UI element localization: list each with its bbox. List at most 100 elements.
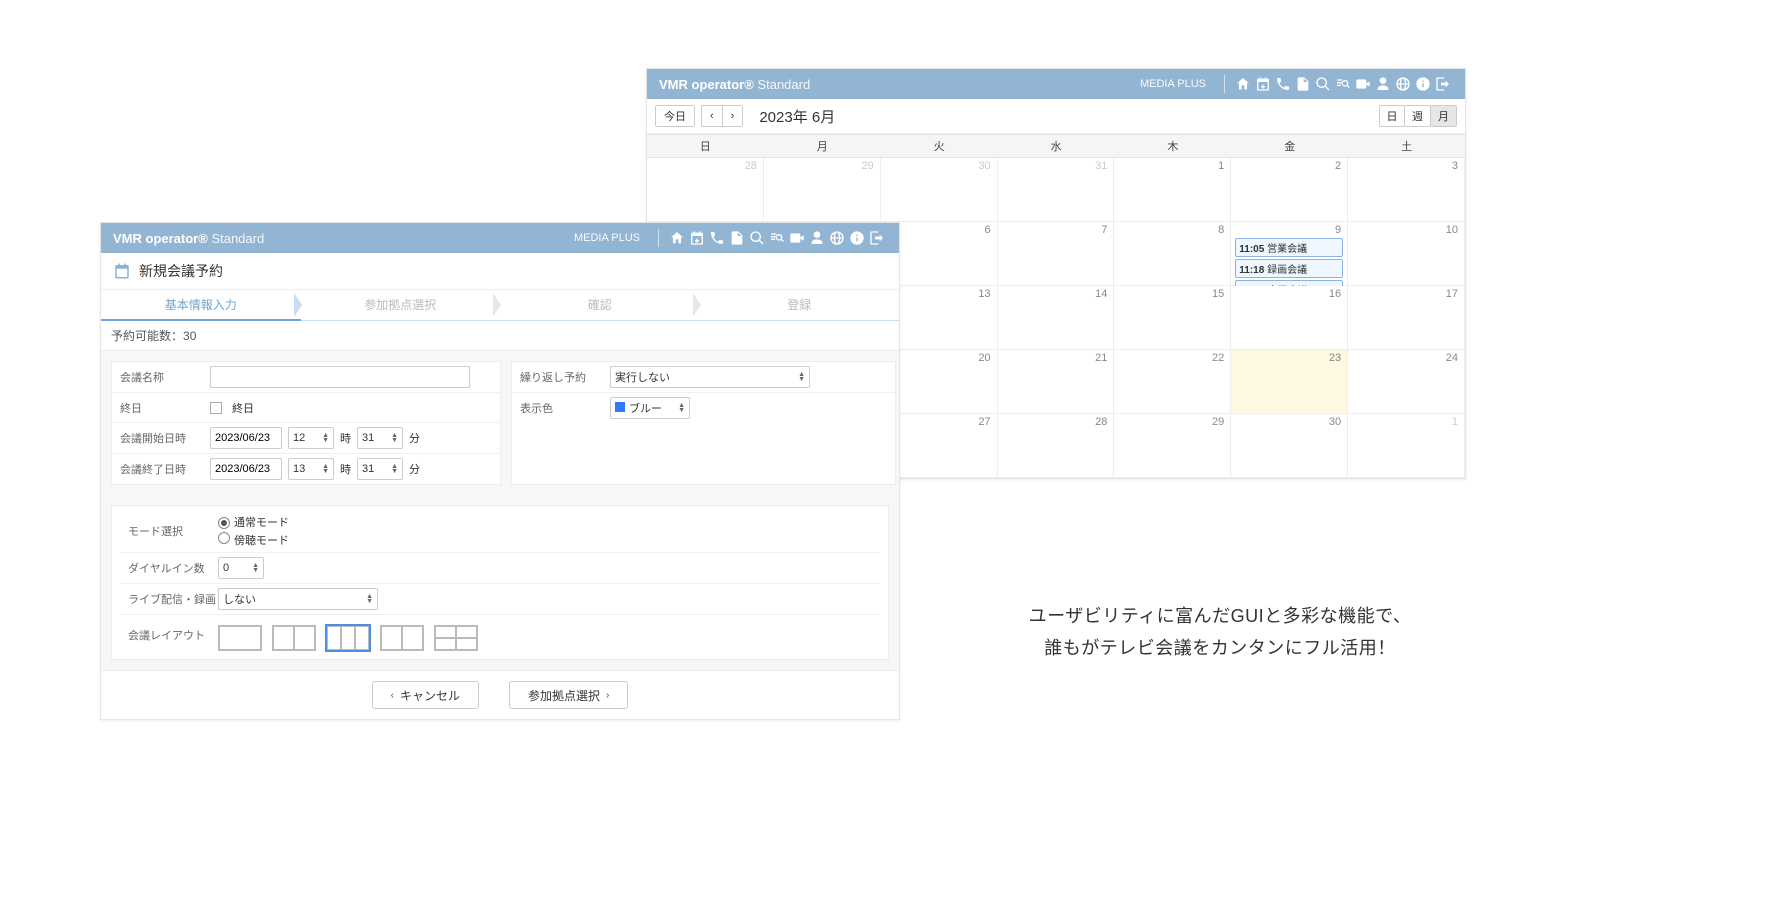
- step-1[interactable]: 参加拠点選択: [301, 290, 501, 320]
- logout-icon[interactable]: [867, 230, 887, 246]
- info-icon[interactable]: [847, 230, 867, 246]
- step-2[interactable]: 確認: [500, 290, 700, 320]
- day-cell[interactable]: 28: [998, 414, 1115, 478]
- home-icon[interactable]: [667, 230, 687, 246]
- step-3[interactable]: 登録: [700, 290, 900, 320]
- row-mode: モード選択 通常モード 傍聴モード: [120, 510, 880, 553]
- day-number: 15: [1212, 288, 1224, 300]
- phone-icon[interactable]: [1273, 76, 1293, 92]
- day-number: 28: [745, 160, 757, 172]
- globe-icon[interactable]: [1393, 76, 1413, 92]
- view-day[interactable]: 日: [1379, 105, 1405, 127]
- day-number: 30: [978, 160, 990, 172]
- day-cell[interactable]: 29: [1114, 414, 1231, 478]
- event-chip[interactable]: 11:05 営業会議: [1235, 238, 1343, 257]
- video-icon[interactable]: [1353, 76, 1373, 92]
- start-date-input[interactable]: [210, 427, 282, 449]
- user-icon[interactable]: [1373, 76, 1393, 92]
- search-icon[interactable]: [747, 230, 767, 246]
- calendar-title: 2023年 6月: [759, 106, 835, 127]
- step-0[interactable]: 基本情報入力: [101, 290, 301, 321]
- repeat-select[interactable]: 実行しない▲▼: [610, 366, 810, 388]
- day-number: 27: [978, 416, 990, 428]
- layout-2x2[interactable]: [434, 625, 478, 651]
- day-cell[interactable]: 23: [1231, 350, 1348, 414]
- next-button[interactable]: ›: [723, 105, 744, 127]
- day-cell[interactable]: 911:05 営業会議11:18 録画会議12:31 企画会議: [1231, 222, 1348, 286]
- day-cell[interactable]: 30: [881, 158, 998, 222]
- day-number: 29: [1212, 416, 1224, 428]
- calendar-plus-icon[interactable]: [687, 230, 707, 246]
- day-cell[interactable]: 1: [1114, 158, 1231, 222]
- mode-radio-listen[interactable]: [218, 532, 230, 544]
- start-min-spin[interactable]: 31▲▼: [357, 427, 403, 449]
- event-chip[interactable]: 11:18 録画会議: [1235, 259, 1343, 278]
- search-list-icon[interactable]: [767, 230, 787, 246]
- day-cell[interactable]: 3: [1348, 158, 1465, 222]
- layout-1x3[interactable]: [326, 625, 370, 651]
- day-cell[interactable]: 8: [1114, 222, 1231, 286]
- globe-icon[interactable]: [827, 230, 847, 246]
- allday-checkbox[interactable]: [210, 402, 222, 414]
- file-icon[interactable]: [1293, 76, 1313, 92]
- day-cell[interactable]: 7: [998, 222, 1115, 286]
- start-hour-spin[interactable]: 12▲▼: [288, 427, 334, 449]
- day-cell[interactable]: 14: [998, 286, 1115, 350]
- logout-icon[interactable]: [1433, 76, 1453, 92]
- info-icon[interactable]: [1413, 76, 1433, 92]
- layout-1x1[interactable]: [218, 625, 262, 651]
- color-select[interactable]: ブルー▲▼: [610, 397, 690, 419]
- meeting-name-input[interactable]: [210, 366, 470, 388]
- phone-icon[interactable]: [707, 230, 727, 246]
- day-cell[interactable]: 10: [1348, 222, 1465, 286]
- row-stream: ライブ配信・録画 しない▲▼: [120, 584, 880, 615]
- day-cell[interactable]: 28: [647, 158, 764, 222]
- view-month[interactable]: 月: [1431, 105, 1457, 127]
- day-cell[interactable]: 15: [1114, 286, 1231, 350]
- day-number: 16: [1329, 288, 1341, 300]
- day-cell[interactable]: 30: [1231, 414, 1348, 478]
- day-cell[interactable]: 31: [998, 158, 1115, 222]
- mode-radio-normal[interactable]: [218, 517, 230, 529]
- end-date-input[interactable]: [210, 458, 282, 480]
- stream-select[interactable]: しない▲▼: [218, 588, 378, 610]
- end-min-spin[interactable]: 31▲▼: [357, 458, 403, 480]
- today-button[interactable]: 今日: [655, 105, 695, 127]
- day-cell[interactable]: 2: [1231, 158, 1348, 222]
- calendar-toolbar: 今日 ‹ › 2023年 6月 日 週 月: [647, 99, 1465, 134]
- row-dialin: ダイヤルイン数 0▲▼: [120, 553, 880, 584]
- layout-1x2[interactable]: [272, 625, 316, 651]
- day-cell[interactable]: 17: [1348, 286, 1465, 350]
- day-cell[interactable]: 22: [1114, 350, 1231, 414]
- tenant-name: MEDIA PLUS: [574, 232, 640, 244]
- calendar-plus-icon[interactable]: [1253, 76, 1273, 92]
- home-icon[interactable]: [1233, 76, 1253, 92]
- day-cell[interactable]: 1: [1348, 414, 1465, 478]
- layout-2h[interactable]: [380, 625, 424, 651]
- next-button[interactable]: 参加拠点選択›: [509, 681, 628, 709]
- day-cell[interactable]: 24: [1348, 350, 1465, 414]
- user-icon[interactable]: [807, 230, 827, 246]
- reservation-window: VMR operator® Standard MEDIA PLUS 新規会議予約…: [100, 222, 900, 720]
- prev-button[interactable]: ‹: [701, 105, 723, 127]
- day-number: 28: [1095, 416, 1107, 428]
- step-nav: 基本情報入力参加拠点選択確認登録: [101, 290, 899, 321]
- cancel-button[interactable]: ‹キャンセル: [372, 681, 479, 709]
- end-hour-spin[interactable]: 13▲▼: [288, 458, 334, 480]
- page-title: 新規会議予約: [101, 253, 899, 290]
- day-cell[interactable]: 29: [764, 158, 881, 222]
- dow-cell: 日: [647, 135, 764, 157]
- search-icon[interactable]: [1313, 76, 1333, 92]
- day-number: 8: [1218, 224, 1224, 236]
- day-number: 17: [1446, 288, 1458, 300]
- video-icon[interactable]: [787, 230, 807, 246]
- day-number: 31: [1095, 160, 1107, 172]
- dialin-spin[interactable]: 0▲▼: [218, 557, 264, 579]
- view-week[interactable]: 週: [1405, 105, 1431, 127]
- day-number: 22: [1212, 352, 1224, 364]
- day-cell[interactable]: 21: [998, 350, 1115, 414]
- day-cell[interactable]: 16: [1231, 286, 1348, 350]
- day-number: 13: [978, 288, 990, 300]
- file-icon[interactable]: [727, 230, 747, 246]
- search-list-icon[interactable]: [1333, 76, 1353, 92]
